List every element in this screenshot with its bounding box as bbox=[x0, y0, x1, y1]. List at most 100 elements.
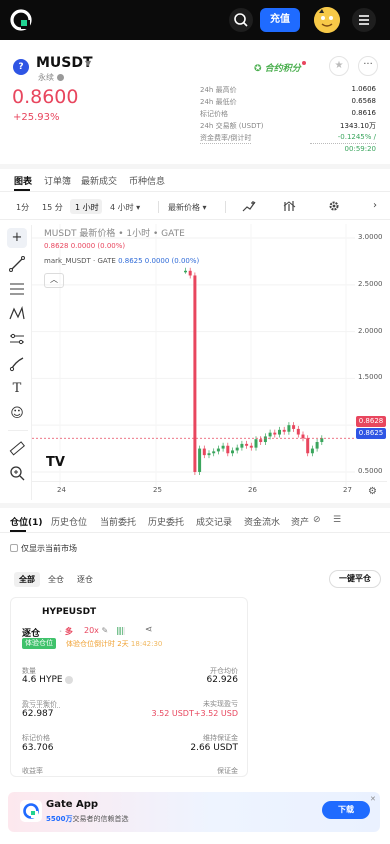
section-divider bbox=[0, 164, 390, 169]
fib-tool-icon[interactable] bbox=[7, 279, 27, 299]
candle bbox=[292, 425, 296, 429]
chevron-down-icon[interactable]: ▼ bbox=[85, 59, 91, 68]
menu-button[interactable] bbox=[352, 8, 376, 32]
risk-bars-icon: ||||| bbox=[116, 626, 125, 635]
gate-logo[interactable] bbox=[10, 9, 32, 31]
section-divider bbox=[0, 503, 390, 508]
candle bbox=[240, 443, 244, 448]
candle bbox=[216, 448, 220, 452]
tab-recent-trades[interactable]: 最新成交 bbox=[81, 174, 117, 187]
avatar[interactable] bbox=[314, 7, 340, 33]
divider bbox=[8, 430, 28, 431]
chevron-up-icon: ︿ bbox=[50, 275, 58, 284]
list-settings-icon[interactable]: ☰ bbox=[333, 515, 341, 525]
interval-1m[interactable]: 1分 bbox=[16, 202, 29, 213]
search-button[interactable] bbox=[229, 8, 253, 32]
deposit-button[interactable]: 充值 bbox=[260, 8, 300, 32]
breakeven-value: 62.987 bbox=[22, 709, 54, 719]
measure-tool-icon[interactable] bbox=[7, 329, 27, 349]
gear-icon[interactable] bbox=[327, 200, 341, 212]
banner-title: Gate App bbox=[46, 799, 99, 810]
download-button[interactable]: 下载 bbox=[322, 801, 370, 819]
star-icon: ★ bbox=[334, 60, 344, 71]
close-all-button[interactable]: 一键平仓 bbox=[329, 570, 381, 588]
collapse-legend-button[interactable]: ︿ bbox=[44, 273, 64, 288]
last-price-tag: 0.8628 bbox=[356, 416, 386, 427]
candle bbox=[282, 429, 286, 432]
divider bbox=[0, 191, 390, 192]
brush-tool-icon[interactable] bbox=[7, 354, 27, 374]
candle bbox=[306, 438, 310, 454]
collateral-label: 保证金 bbox=[217, 767, 238, 775]
maint-margin-label[interactable]: 维持保证金 bbox=[203, 733, 238, 743]
candle bbox=[273, 432, 277, 435]
zoom-in-icon[interactable] bbox=[7, 463, 27, 483]
pattern-tool-icon[interactable] bbox=[7, 304, 27, 324]
indicators-icon[interactable] bbox=[283, 200, 297, 212]
text-tool-icon[interactable]: T bbox=[7, 379, 27, 399]
tab-position-history[interactable]: 历史仓位 bbox=[51, 515, 87, 528]
tab-coin-info[interactable]: 币种信息 bbox=[129, 174, 165, 187]
tab-fund-flow[interactable]: 资金流水 bbox=[244, 515, 280, 528]
divider bbox=[158, 201, 159, 213]
candle bbox=[254, 439, 258, 448]
stat-value: 0.6568 bbox=[351, 97, 377, 105]
tab-open-orders[interactable]: 当前委托 bbox=[100, 515, 136, 528]
share-icon[interactable]: ⋖ bbox=[145, 625, 153, 635]
divider bbox=[225, 201, 226, 213]
leverage[interactable]: 20x ✎ bbox=[84, 626, 108, 635]
tab-assets[interactable]: 资产 bbox=[291, 515, 309, 528]
divider bbox=[0, 532, 390, 533]
info-icon[interactable] bbox=[65, 675, 74, 684]
trendline-tool-icon[interactable] bbox=[7, 254, 27, 274]
interval-4h[interactable]: 4 小时 ▾ bbox=[110, 202, 140, 213]
candle bbox=[315, 442, 319, 449]
tab-trade-records[interactable]: 成交记录 bbox=[196, 515, 232, 528]
tab-positions[interactable]: 仓位(1) bbox=[10, 515, 43, 528]
more-button[interactable]: ··· bbox=[358, 56, 378, 76]
contract-points[interactable]: ✪ 合约积分 bbox=[254, 61, 306, 74]
tab-orderbook[interactable]: 订单簿 bbox=[44, 174, 71, 187]
add-indicator-icon[interactable] bbox=[242, 200, 256, 212]
chevron-right-icon[interactable]: › bbox=[373, 200, 377, 211]
divider bbox=[32, 481, 387, 482]
only-current-label[interactable]: 仅显示当前市场 bbox=[21, 543, 77, 554]
tradingview-logo[interactable]: TV bbox=[46, 455, 65, 470]
stat-value: 1.0606 bbox=[351, 85, 377, 93]
funding-countdown: 00:59:20 bbox=[344, 145, 376, 153]
mark-price-tag: 0.8625 bbox=[356, 428, 386, 439]
crosshair-tool-icon[interactable]: + bbox=[7, 228, 27, 248]
interval-1h[interactable]: 1 小时 bbox=[75, 202, 99, 213]
maint-margin-value: 2.66 USDT bbox=[190, 743, 238, 753]
ruler-tool-icon[interactable] bbox=[7, 438, 27, 458]
x-axis-tick: 25 bbox=[153, 486, 162, 494]
mark-price-label: 标记价格 bbox=[22, 734, 50, 742]
info-icon[interactable] bbox=[56, 74, 64, 81]
chart-settings-icon[interactable]: ⚙ bbox=[368, 486, 377, 497]
stat-value: 0.8616 bbox=[351, 109, 377, 117]
candle bbox=[188, 270, 192, 276]
gate-app-logo bbox=[20, 800, 42, 822]
filter-isolated[interactable]: 逐仓 bbox=[72, 572, 98, 587]
favorite-button[interactable]: ★ bbox=[329, 56, 349, 76]
emoji-tool-icon[interactable]: ☺ bbox=[7, 404, 27, 424]
tab-scroll-icon[interactable]: ⊘ bbox=[313, 515, 321, 525]
funding-label[interactable]: 资金费率/倒计时 bbox=[200, 133, 252, 144]
y-axis-tick: 0.5000 bbox=[358, 466, 383, 475]
tab-chart[interactable]: 图表 bbox=[14, 174, 32, 187]
upnl-label[interactable]: 未实现盈亏 bbox=[203, 699, 238, 709]
filter-all[interactable]: 全部 bbox=[14, 572, 40, 587]
candle bbox=[193, 275, 197, 472]
close-icon[interactable]: ✕ bbox=[370, 795, 376, 803]
filter-cross[interactable]: 全仓 bbox=[43, 572, 69, 587]
y-axis-tick: 2.0000 bbox=[358, 326, 383, 335]
divider bbox=[310, 143, 376, 144]
candle bbox=[310, 448, 314, 454]
tab-order-history[interactable]: 历史委托 bbox=[148, 515, 184, 528]
position-symbol[interactable]: HYPEUSDT bbox=[42, 607, 96, 617]
price-type-select[interactable]: 最新价格 ▾ bbox=[168, 202, 207, 213]
only-current-checkbox[interactable] bbox=[10, 544, 18, 552]
interval-15m[interactable]: 15 分 bbox=[42, 202, 63, 213]
upnl-value: 3.52 USDT+3.52 USD bbox=[151, 709, 239, 718]
candle bbox=[263, 436, 267, 443]
